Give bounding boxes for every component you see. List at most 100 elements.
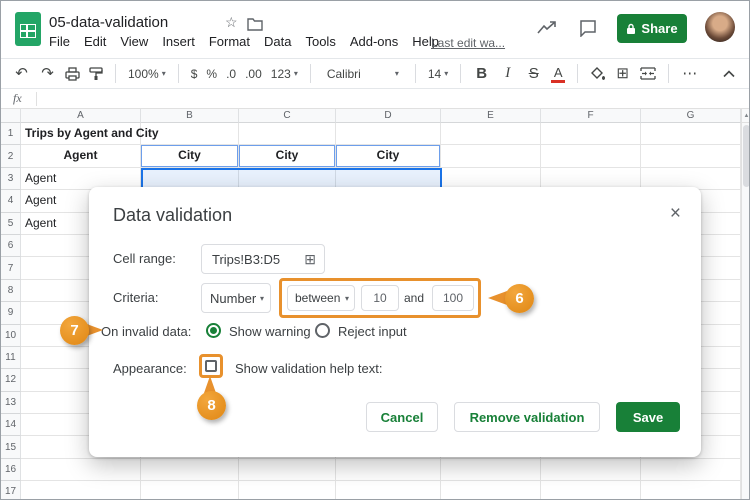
col-header-G[interactable]: G: [641, 109, 741, 123]
max-value-input[interactable]: [432, 285, 474, 311]
remove-validation-button[interactable]: Remove validation: [454, 402, 600, 432]
italic-button[interactable]: I: [499, 66, 516, 81]
cancel-button[interactable]: Cancel: [366, 402, 438, 432]
more-toolbar-button[interactable]: ⋯: [681, 66, 698, 81]
show-warning-radio[interactable]: [206, 323, 221, 338]
paint-format-icon[interactable]: [89, 66, 103, 81]
row-header-17[interactable]: 17: [1, 481, 21, 499]
decrease-decimal-button[interactable]: .0: [226, 67, 236, 81]
cell-E17[interactable]: [441, 481, 541, 499]
close-icon[interactable]: ×: [670, 203, 681, 225]
scroll-up-icon[interactable]: ▲: [742, 109, 749, 123]
cell-B17[interactable]: [141, 481, 239, 499]
row-header-5[interactable]: 5: [1, 212, 21, 235]
move-folder-icon[interactable]: [247, 17, 263, 31]
share-button[interactable]: Share: [617, 14, 687, 43]
cell-C16[interactable]: [239, 458, 336, 482]
borders-icon[interactable]: ⊞: [614, 66, 631, 81]
cell-F17[interactable]: [541, 481, 641, 499]
row-header-1[interactable]: 1: [1, 123, 21, 146]
row-header-14[interactable]: 14: [1, 414, 21, 437]
cell-G1[interactable]: [641, 123, 741, 146]
criteria-type-dropdown[interactable]: Number ▾: [201, 283, 271, 313]
cell-D17[interactable]: [336, 481, 441, 499]
cell-A1[interactable]: Trips by Agent and City: [21, 123, 159, 146]
undo-icon[interactable]: ↶: [13, 66, 30, 81]
sheets-logo-icon[interactable]: [15, 12, 41, 46]
col-header-F[interactable]: F: [541, 109, 641, 123]
print-icon[interactable]: [65, 66, 80, 81]
row-header-16[interactable]: 16: [1, 458, 21, 482]
row-header-10[interactable]: 10: [1, 324, 21, 347]
row-header-8[interactable]: 8: [1, 279, 21, 303]
show-warning-label[interactable]: Show warning: [229, 324, 311, 339]
cell-B2[interactable]: City: [141, 145, 239, 168]
row-header-6[interactable]: 6: [1, 234, 21, 258]
cell-C1[interactable]: [239, 123, 336, 146]
redo-icon[interactable]: ↷: [39, 66, 56, 81]
formula-bar[interactable]: fx: [1, 89, 749, 109]
col-header-A[interactable]: A: [21, 109, 141, 123]
increase-decimal-button[interactable]: .00: [245, 67, 262, 81]
col-header-B[interactable]: B: [141, 109, 239, 123]
row-header-7[interactable]: 7: [1, 257, 21, 280]
cell-D1[interactable]: [336, 123, 441, 146]
cell-F2[interactable]: [541, 145, 641, 168]
row-header-15[interactable]: 15: [1, 436, 21, 459]
save-button[interactable]: Save: [616, 402, 680, 432]
row-header-3[interactable]: 3: [1, 167, 21, 191]
cell-G2[interactable]: [641, 145, 741, 168]
menu-insert[interactable]: Insert: [162, 34, 195, 49]
cell-E16[interactable]: [441, 458, 541, 482]
scrollbar-thumb[interactable]: [743, 125, 749, 187]
font-size-select[interactable]: 14 ▾: [428, 67, 448, 81]
menu-view[interactable]: View: [120, 34, 148, 49]
last-edit-link[interactable]: Last edit wa...: [431, 36, 505, 50]
cell-A16[interactable]: [21, 458, 141, 482]
cell-G17[interactable]: [641, 481, 741, 499]
menu-data[interactable]: Data: [264, 34, 291, 49]
bold-button[interactable]: B: [473, 66, 490, 81]
cell-D16[interactable]: [336, 458, 441, 482]
cell-G16[interactable]: [641, 458, 741, 482]
reject-input-radio[interactable]: [315, 323, 330, 338]
document-title[interactable]: 05-data-validation: [49, 14, 168, 31]
row-header-11[interactable]: 11: [1, 346, 21, 370]
min-value-input[interactable]: [361, 285, 399, 311]
select-range-grid-icon[interactable]: ⊞: [304, 251, 316, 268]
comment-icon[interactable]: [579, 20, 597, 37]
col-header-C[interactable]: C: [239, 109, 336, 123]
cell-B16[interactable]: [141, 458, 239, 482]
strikethrough-button[interactable]: S: [525, 66, 542, 81]
help-text-checkbox[interactable]: [205, 360, 217, 372]
menu-addons[interactable]: Add-ons: [350, 34, 398, 49]
text-color-button[interactable]: A: [551, 65, 566, 83]
row-header-12[interactable]: 12: [1, 369, 21, 392]
trend-line-icon[interactable]: [537, 20, 559, 36]
menu-format[interactable]: Format: [209, 34, 250, 49]
col-header-D[interactable]: D: [336, 109, 441, 123]
format-percent-button[interactable]: %: [206, 67, 217, 81]
cell-A2[interactable]: Agent: [21, 145, 141, 168]
collapse-toolbar-icon[interactable]: [723, 69, 735, 78]
grid-corner[interactable]: [1, 109, 21, 123]
menu-edit[interactable]: Edit: [84, 34, 106, 49]
cell-D2[interactable]: City: [336, 145, 441, 168]
cell-C17[interactable]: [239, 481, 336, 499]
col-header-E[interactable]: E: [441, 109, 541, 123]
cell-F16[interactable]: [541, 458, 641, 482]
cell-E1[interactable]: [441, 123, 541, 146]
row-header-9[interactable]: 9: [1, 302, 21, 325]
merge-cells-icon[interactable]: [640, 67, 656, 80]
zoom-select[interactable]: 100% ▾: [128, 67, 166, 81]
cell-F1[interactable]: [541, 123, 641, 146]
font-select[interactable]: Calibri ▾: [323, 67, 403, 81]
criteria-operator-dropdown[interactable]: between ▾: [287, 285, 355, 311]
vertical-scrollbar[interactable]: ▲: [741, 109, 749, 499]
row-header-4[interactable]: 4: [1, 190, 21, 213]
menu-file[interactable]: File: [49, 34, 70, 49]
more-formats-button[interactable]: 123 ▾: [271, 67, 298, 81]
user-avatar[interactable]: [705, 12, 735, 42]
fill-color-icon[interactable]: [590, 66, 606, 81]
cell-range-input[interactable]: Trips!B3:D5 ⊞: [201, 244, 325, 274]
